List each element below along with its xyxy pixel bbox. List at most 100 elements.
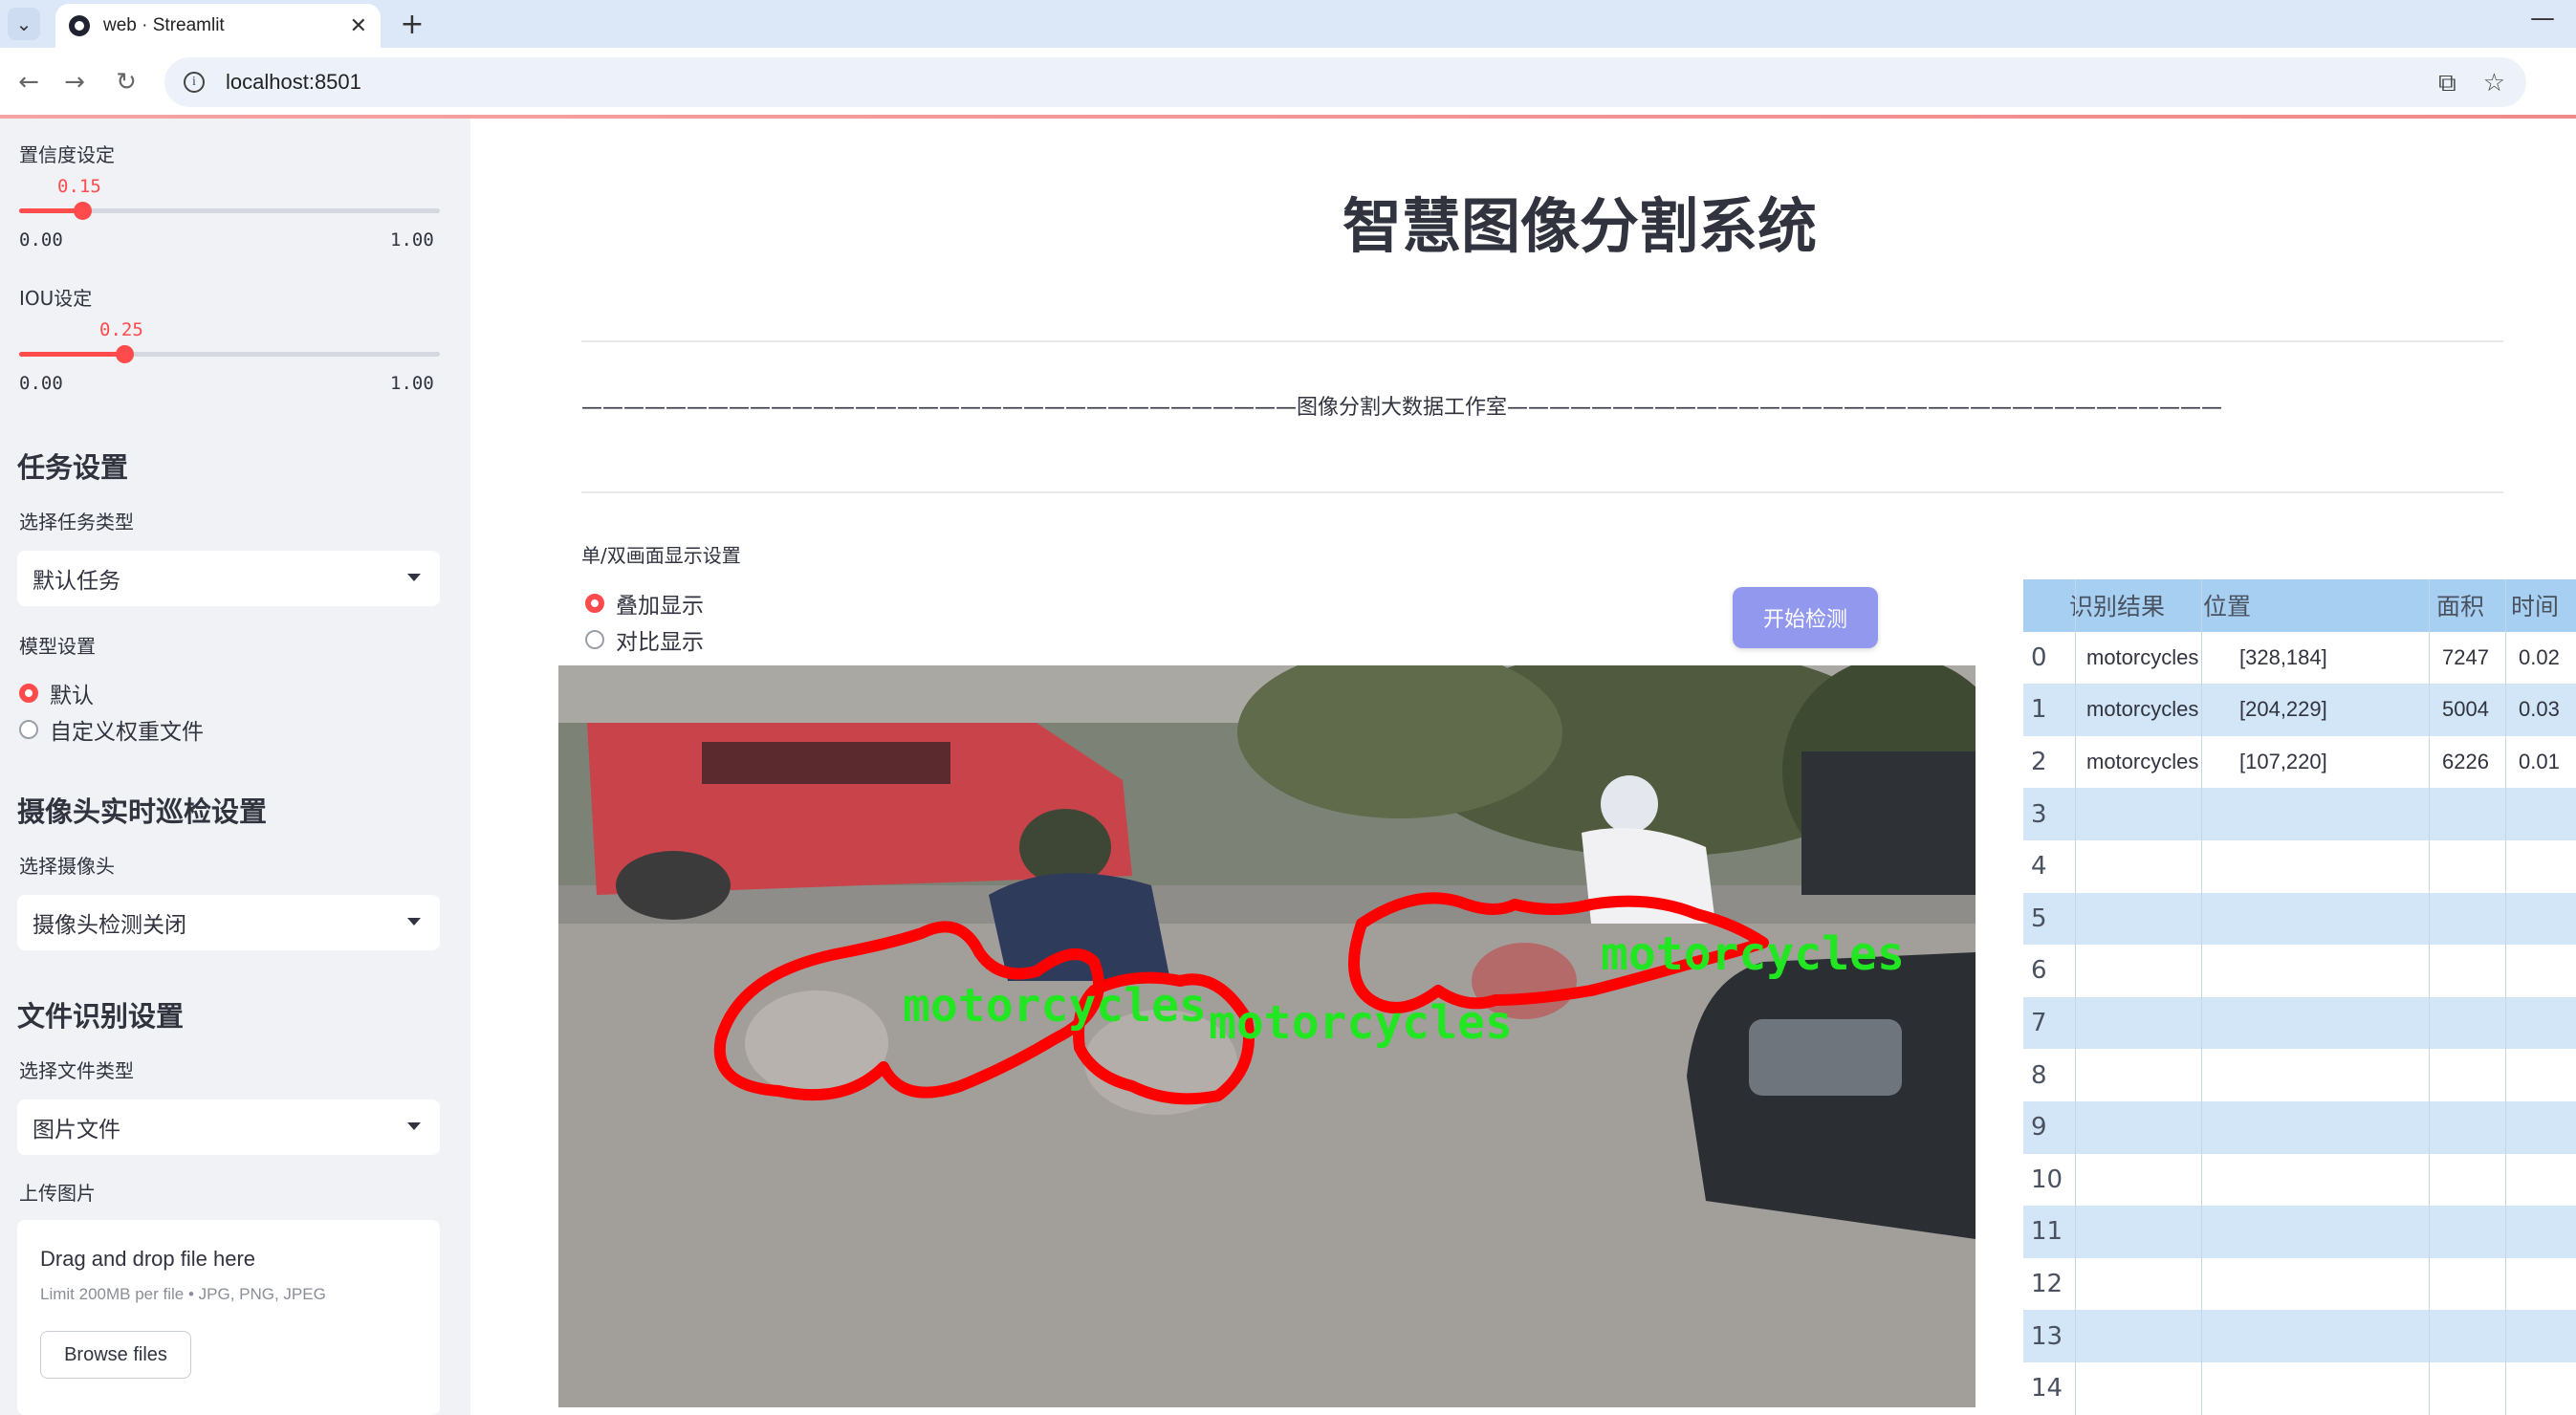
display-option-overlay-label: 叠加显示 bbox=[616, 594, 704, 619]
chevron-down-icon bbox=[407, 1122, 421, 1130]
row-class: motorcycles bbox=[2086, 644, 2199, 669]
iou-slider[interactable] bbox=[19, 345, 440, 363]
divider bbox=[581, 340, 2503, 342]
address-bar-row: ← → ↻ i localhost:8501 ⧉ ☆ bbox=[0, 48, 2576, 117]
table-header-row: 识别结果 位置 面积 时间 bbox=[2023, 579, 2576, 632]
row-index: 8 bbox=[2031, 1060, 2047, 1090]
chevron-down-icon bbox=[407, 574, 421, 581]
dropzone-title: Drag and drop file here bbox=[40, 1247, 256, 1271]
reload-icon[interactable]: ↻ bbox=[111, 67, 142, 98]
table-row[interactable]: 1 motorcycles [204,229] 5004 0.03 bbox=[2023, 684, 2576, 736]
overlay-label-2: motorcycles bbox=[1209, 996, 1513, 1050]
results-table[interactable]: 识别结果 位置 面积 时间 0 motorcycles [328,184] 7247 0… bbox=[2023, 579, 2576, 1415]
row-index: 6 bbox=[2031, 956, 2047, 986]
row-index: 4 bbox=[2031, 852, 2047, 882]
tab-list-button[interactable]: ⌄ bbox=[8, 8, 40, 40]
row-area: 7247 bbox=[2442, 644, 2489, 669]
close-tab-icon[interactable]: ✕ bbox=[350, 14, 367, 38]
model-option-custom[interactable]: 自定义权重文件 bbox=[19, 713, 204, 746]
start-detection-button[interactable]: 开始检测 bbox=[1733, 587, 1878, 648]
bookmark-star-icon[interactable]: ☆ bbox=[2483, 69, 2505, 98]
table-row[interactable]: 10 bbox=[2023, 1154, 2576, 1207]
column-divider bbox=[2201, 579, 2202, 1415]
main-content: 智慧图像分割系统 ———————————————————————————————… bbox=[470, 119, 2576, 1415]
table-row[interactable]: 2 motorcycles [107,220] 6226 0.01 bbox=[2023, 736, 2576, 789]
forward-arrow-icon[interactable]: → bbox=[59, 67, 90, 98]
confidence-slider-value: 0.15 bbox=[57, 176, 101, 197]
column-divider bbox=[2075, 579, 2076, 1415]
row-index: 2 bbox=[2031, 748, 2047, 777]
header-position[interactable]: 位置 bbox=[2203, 588, 2251, 622]
task-settings-heading: 任务设置 bbox=[17, 451, 129, 484]
task-type-value: 默认任务 bbox=[33, 569, 120, 594]
header-area[interactable]: 面积 bbox=[2436, 588, 2484, 622]
new-tab-button[interactable]: + bbox=[394, 6, 430, 42]
row-index: 13 bbox=[2031, 1321, 2063, 1351]
task-type-select[interactable]: 默认任务 bbox=[17, 551, 440, 606]
table-row[interactable]: 3 bbox=[2023, 788, 2576, 840]
column-divider bbox=[2429, 579, 2430, 1415]
minimize-window-button[interactable]: — bbox=[2530, 4, 2555, 33]
radio-selected-icon[interactable] bbox=[19, 684, 38, 703]
row-index: 14 bbox=[2031, 1374, 2063, 1404]
iou-slider-fill bbox=[19, 352, 124, 357]
header-result[interactable]: 识别结果 bbox=[2069, 588, 2165, 622]
model-option-default[interactable]: 默认 bbox=[19, 677, 94, 709]
confidence-slider-thumb[interactable] bbox=[74, 202, 92, 220]
model-option-custom-label: 自定义权重文件 bbox=[50, 720, 204, 745]
browser-tab[interactable]: web · Streamlit ✕ bbox=[55, 4, 381, 48]
model-settings-label: 模型设置 bbox=[19, 635, 96, 658]
row-position: [204,229] bbox=[2239, 697, 2327, 722]
table-row[interactable]: 11 bbox=[2023, 1206, 2576, 1258]
confidence-slider-min: 0.00 bbox=[19, 229, 63, 250]
confidence-slider[interactable] bbox=[19, 202, 440, 220]
file-dropzone[interactable]: Drag and drop file here Limit 200MB per … bbox=[17, 1220, 440, 1415]
row-class: motorcycles bbox=[2086, 697, 2199, 722]
radio-unselected-icon[interactable] bbox=[19, 720, 38, 739]
studio-banner: ——————————————————————————————————图像分割大数… bbox=[581, 396, 2223, 420]
translate-icon[interactable]: ⧉ bbox=[2438, 69, 2456, 98]
back-arrow-icon[interactable]: ← bbox=[13, 67, 44, 98]
table-row[interactable]: 9 bbox=[2023, 1101, 2576, 1154]
address-bar[interactable]: i localhost:8501 ⧉ ☆ bbox=[164, 57, 2526, 107]
file-type-select[interactable]: 图片文件 bbox=[17, 1099, 440, 1155]
table-row[interactable]: 12 bbox=[2023, 1258, 2576, 1311]
table-row[interactable]: 6 bbox=[2023, 945, 2576, 997]
model-option-default-label: 默认 bbox=[50, 684, 94, 708]
row-area: 5004 bbox=[2442, 697, 2489, 722]
table-row[interactable]: 4 bbox=[2023, 840, 2576, 893]
page-title: 智慧图像分割系统 bbox=[1342, 191, 1817, 261]
display-option-overlay[interactable]: 叠加显示 bbox=[585, 587, 704, 620]
table-row[interactable]: 7 bbox=[2023, 996, 2576, 1050]
camera-select[interactable]: 摄像头检测关闭 bbox=[17, 895, 440, 950]
camera-select-label: 选择摄像头 bbox=[19, 855, 115, 878]
iou-slider-min: 0.00 bbox=[19, 373, 63, 394]
site-info-icon[interactable]: i bbox=[184, 72, 205, 93]
chevron-down-icon bbox=[407, 918, 421, 925]
header-time[interactable]: 时间 bbox=[2511, 588, 2559, 622]
iou-slider-max: 1.00 bbox=[390, 373, 434, 394]
row-class: motorcycles bbox=[2086, 750, 2199, 774]
task-type-label: 选择任务类型 bbox=[19, 511, 134, 533]
display-option-compare[interactable]: 对比显示 bbox=[585, 623, 704, 656]
table-row[interactable]: 14 bbox=[2023, 1362, 2576, 1415]
confidence-slider-max: 1.00 bbox=[390, 229, 434, 250]
divider bbox=[581, 491, 2503, 493]
table-row[interactable]: 13 bbox=[2023, 1310, 2576, 1362]
table-row[interactable]: 8 bbox=[2023, 1049, 2576, 1101]
row-position: [328,184] bbox=[2239, 644, 2327, 669]
row-index: 0 bbox=[2031, 642, 2047, 672]
url-text[interactable]: localhost:8501 bbox=[226, 70, 361, 95]
table-row[interactable]: 0 motorcycles [328,184] 7247 0.02 bbox=[2023, 632, 2576, 685]
dropzone-limit-text: Limit 200MB per file • JPG, PNG, JPEG bbox=[40, 1285, 326, 1303]
streamlit-favicon-icon bbox=[69, 15, 90, 36]
radio-selected-icon[interactable] bbox=[585, 594, 604, 613]
iou-slider-thumb[interactable] bbox=[116, 345, 134, 363]
row-index: 1 bbox=[2031, 695, 2047, 725]
browse-files-button[interactable]: Browse files bbox=[40, 1331, 191, 1379]
tab-title: web · Streamlit bbox=[103, 15, 225, 35]
table-row[interactable]: 5 bbox=[2023, 892, 2576, 946]
display-mode-label: 单/双画面显示设置 bbox=[581, 544, 741, 567]
radio-unselected-icon[interactable] bbox=[585, 630, 604, 649]
browser-tab-bar: ⌄ web · Streamlit ✕ + — bbox=[0, 0, 2576, 48]
